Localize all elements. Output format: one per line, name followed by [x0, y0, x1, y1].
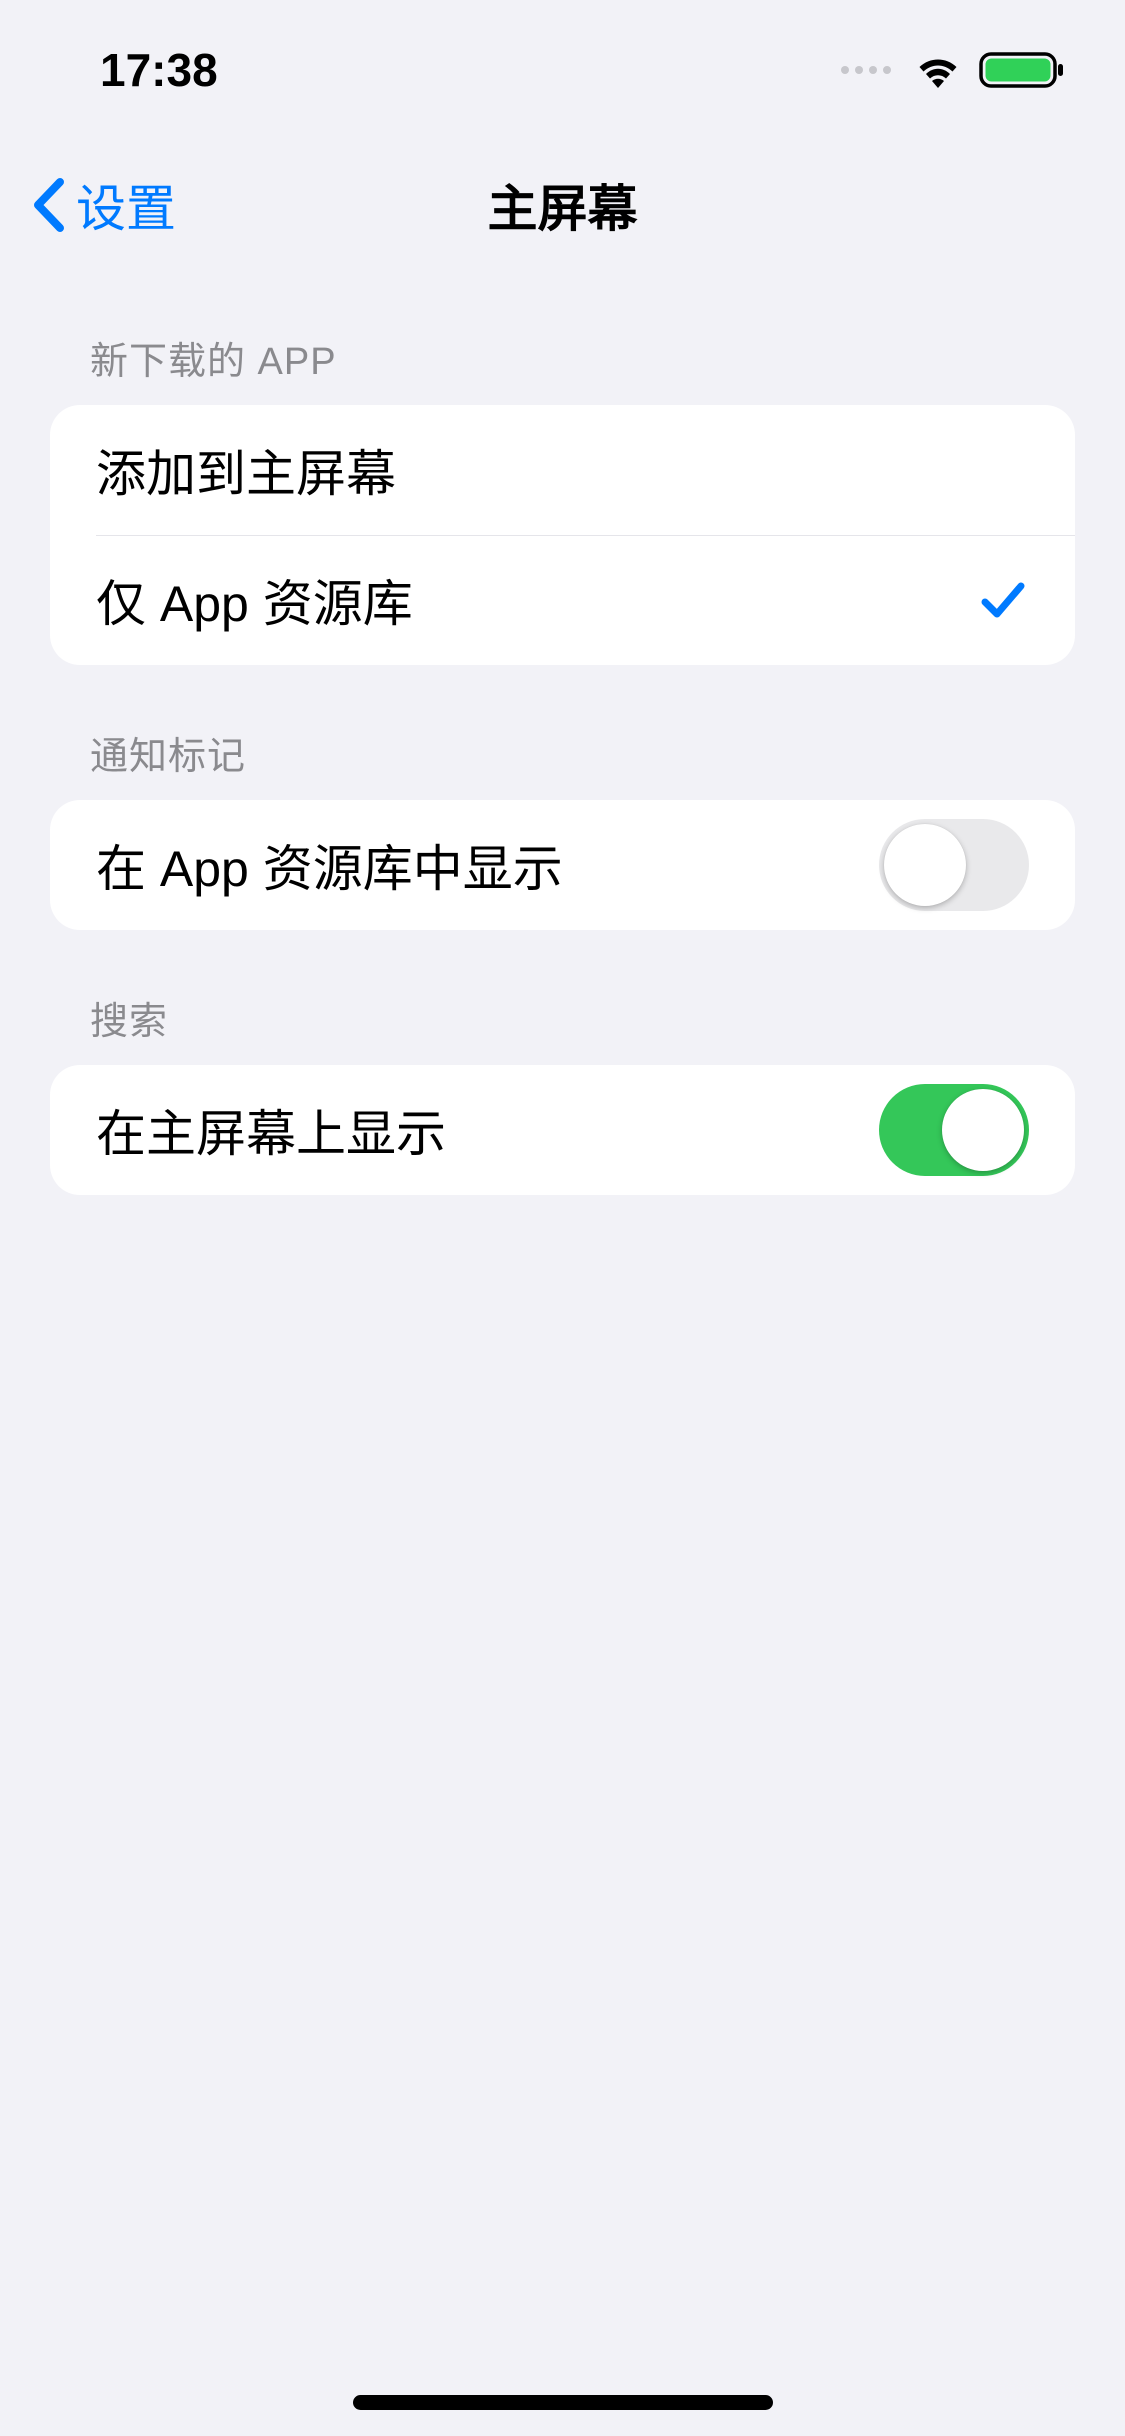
checkmark-icon [977, 574, 1029, 626]
group-badges: 在 App 资源库中显示 [50, 800, 1075, 930]
section-header-new-downloads: 新下载的 APP [50, 270, 1075, 405]
wifi-icon [913, 51, 963, 89]
back-button[interactable]: 设置 [30, 169, 176, 241]
option-label: 仅 App 资源库 [96, 564, 413, 636]
status-time: 17:38 [100, 43, 218, 97]
row-show-on-home: 在主屏幕上显示 [50, 1065, 1075, 1195]
option-app-library-only[interactable]: 仅 App 资源库 [50, 535, 1075, 665]
status-bar: 17:38 [0, 0, 1125, 140]
status-right [841, 50, 1065, 90]
toggle-label: 在主屏幕上显示 [96, 1094, 446, 1166]
toggle-label: 在 App 资源库中显示 [96, 829, 563, 901]
group-new-downloads: 添加到主屏幕 仅 App 资源库 [50, 405, 1075, 665]
group-search: 在主屏幕上显示 [50, 1065, 1075, 1195]
section-header-search: 搜索 [50, 930, 1075, 1065]
toggle-show-in-app-library[interactable] [879, 819, 1029, 911]
option-label: 添加到主屏幕 [96, 434, 396, 506]
nav-bar: 设置 主屏幕 [0, 140, 1125, 270]
row-show-in-app-library: 在 App 资源库中显示 [50, 800, 1075, 930]
content: 新下载的 APP 添加到主屏幕 仅 App 资源库 通知标记 在 App 资源库… [0, 270, 1125, 1195]
home-indicator[interactable] [353, 2395, 773, 2410]
battery-icon [979, 50, 1065, 90]
chevron-left-icon [30, 176, 66, 234]
section-header-badges: 通知标记 [50, 665, 1075, 800]
page-title: 主屏幕 [488, 169, 638, 241]
back-label: 设置 [76, 169, 176, 241]
cellular-dots-icon [841, 66, 891, 74]
option-add-to-home[interactable]: 添加到主屏幕 [50, 405, 1075, 535]
toggle-show-on-home[interactable] [879, 1084, 1029, 1176]
